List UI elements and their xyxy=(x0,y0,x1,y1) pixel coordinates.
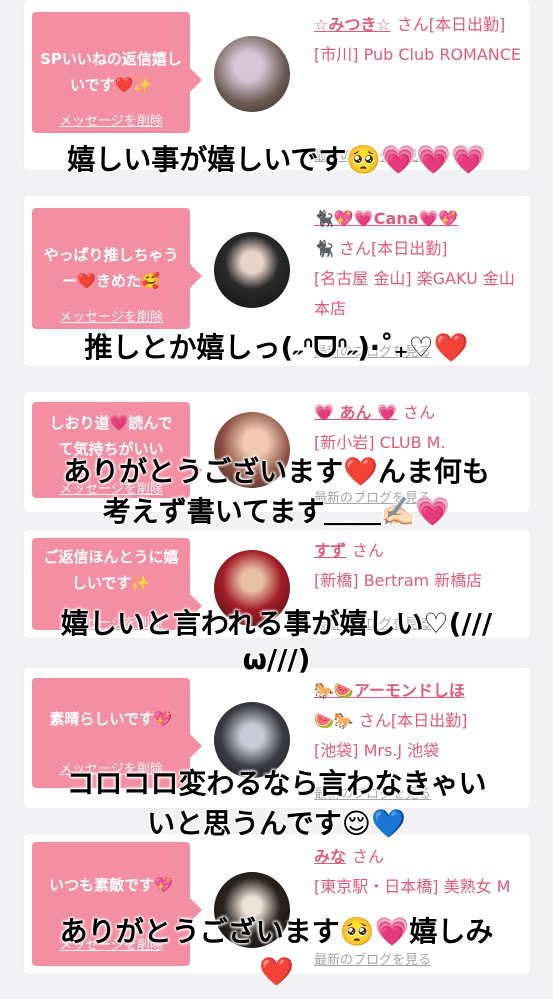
caption-text: ❤️ xyxy=(259,955,294,988)
caption-text: ω///) xyxy=(242,643,311,676)
girl-info: ☆みつき☆ さん[本日出勤] [市川] Pub Club ROMANCE xyxy=(314,0,524,70)
reply-message: 素晴らしいです💖 xyxy=(49,710,173,728)
caption-text: ありがとうございます❤️んま何も xyxy=(63,455,490,488)
girl-info: みな さん [東京駅・日本橋] 美熟女 M xyxy=(314,834,524,902)
caption-text: コロコロ変わるなら言わなきゃい xyxy=(66,767,487,800)
reply-message: ご返信ほんとうに嬉しいです✨ xyxy=(43,548,179,592)
reply-message: いつも素敵です💖 xyxy=(49,876,173,894)
girl-info: 💗 あん 💗 さん [新小岩] CLUB M. xyxy=(314,392,524,458)
girl-name-link[interactable]: 🐈‍⬛💖💗Cana💗💖 xyxy=(314,209,458,228)
girl-name-link[interactable]: ☆みつき☆ xyxy=(314,15,391,34)
store-link[interactable]: [新橋] Bertram 新橋店 xyxy=(314,566,524,596)
delete-message-link[interactable]: メッセージを削除 xyxy=(32,110,190,129)
caption-text: 嬉しいと言われる事が嬉しい♡(/// xyxy=(60,607,493,640)
reply-message: SPいいねの返信嬉しいです❤️✨ xyxy=(40,50,182,94)
san-label: 🐈‍⬛ さん[本日出勤] xyxy=(314,239,448,258)
san-label: さん xyxy=(403,403,436,422)
store-link[interactable]: [東京駅・日本橋] 美熟女 M xyxy=(314,872,524,902)
san-label: さん xyxy=(352,847,385,866)
delete-message-link[interactable]: メッセージを削除 xyxy=(32,306,190,325)
san-label: 🍉🐎 さん[本日出勤] xyxy=(314,711,468,730)
caption-text: 推しとか嬉しっ(˶ᐢᗜᐢ˶)‧˚₊♡❤️ xyxy=(84,331,469,364)
caption-text: ありがとうございます🥺💗嬉しみ xyxy=(59,915,494,948)
girl-name-link[interactable]: 🐎🍉アーモンドしほ xyxy=(314,681,465,700)
girl-info: すず さん [新橋] Bertram 新橋店 xyxy=(314,530,524,596)
store-link[interactable]: [名古屋 金山] 楽GAKU 金山本店 xyxy=(314,264,524,324)
store-link[interactable]: [市川] Pub Club ROMANCE xyxy=(314,40,524,70)
caption-text: 考えず書いてます＿＿✍🏻💗 xyxy=(102,495,451,528)
store-link[interactable]: [池袋] Mrs.J 池袋 xyxy=(314,736,524,766)
avatar[interactable] xyxy=(214,36,290,112)
caption-text: 嬉しい事が嬉しいです🥺💗💗💗 xyxy=(67,143,486,176)
girl-info: 🐈‍⬛💖💗Cana💗💖 🐈‍⬛ さん[本日出勤] [名古屋 金山] 楽GAKU … xyxy=(314,196,524,324)
girl-name-link[interactable]: 💗 あん 💗 xyxy=(314,403,397,422)
san-label: さん xyxy=(352,541,385,560)
girl-info: 🐎🍉アーモンドしほ 🍉🐎 さん[本日出勤] [池袋] Mrs.J 池袋 xyxy=(314,668,524,766)
girl-name-link[interactable]: みな xyxy=(314,847,346,866)
reply-bubble: やっぱり推しちゃうー❤️きめた🥰 メッセージを削除 xyxy=(32,208,202,329)
caption-text: いと思うんです😌💙 xyxy=(147,807,406,840)
girl-name-link[interactable]: すず xyxy=(314,541,346,560)
reply-message: やっぱり推しちゃうー❤️きめた🥰 xyxy=(43,246,179,290)
reply-bubble: SPいいねの返信嬉しいです❤️✨ メッセージを削除 xyxy=(32,12,202,133)
san-label: さん[本日出勤] xyxy=(396,15,506,34)
avatar[interactable] xyxy=(214,232,290,308)
